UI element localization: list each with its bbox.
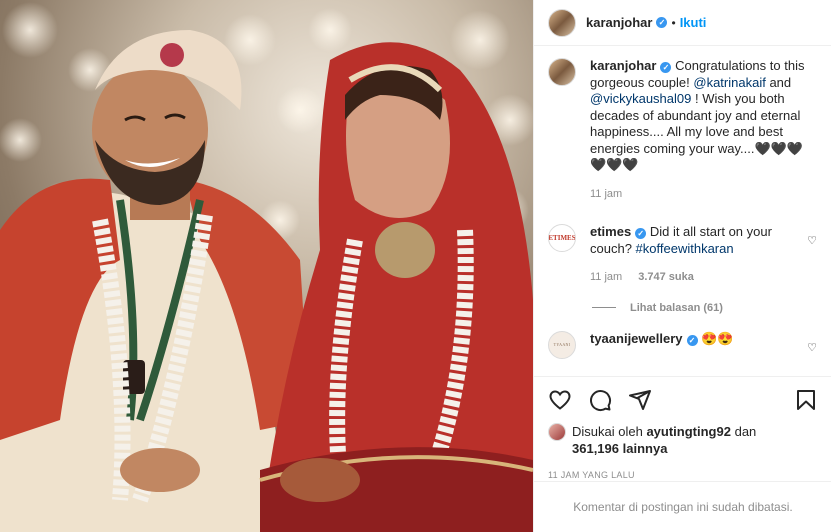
comment-text: 😍😍: [701, 330, 734, 346]
verified-badge-icon: ✓: [660, 62, 672, 73]
action-bar: Disukai oleh ayutingting92 dan 361,196 l…: [534, 376, 831, 480]
avatar[interactable]: TYAANI: [548, 330, 576, 359]
comment: TYAANI tyaanijewellery ✓ 😍😍 ♡: [548, 330, 817, 359]
header-username[interactable]: karanjohar: [586, 15, 652, 30]
comment: ETIMES etimes ✓ Did it all start on your …: [548, 224, 817, 286]
follow-button[interactable]: Ikuti: [680, 15, 707, 30]
comment-time[interactable]: 11 jam: [590, 269, 622, 286]
liked-by-mid: dan: [734, 424, 757, 439]
avatar[interactable]: [548, 8, 576, 37]
verified-badge-icon: ✓: [635, 228, 647, 239]
caption-time[interactable]: 11 jam: [590, 186, 622, 203]
comment-icon[interactable]: [588, 388, 612, 412]
verified-badge-icon: ✓: [656, 17, 668, 28]
post-time[interactable]: 11 JAM YANG LALU: [548, 470, 818, 480]
like-count-suffix[interactable]: lainnya: [623, 441, 668, 456]
header-separator: •: [671, 15, 676, 30]
post-sidebar: karanjohar ✓ • Ikuti karanjohar ✓ Congrat…: [533, 0, 831, 532]
comments-disabled-notice: Komentar di postingan ini sudah dibatasi…: [534, 481, 831, 532]
comment-username[interactable]: tyaanijewellery: [590, 331, 683, 346]
view-replies-button[interactable]: Lihat balasan (61): [592, 302, 817, 314]
comment-like-icon[interactable]: ♡: [807, 341, 817, 354]
mention-link[interactable]: @katrinakaif: [693, 75, 765, 90]
comments-section[interactable]: karanjohar ✓ Congratulations to this gorg…: [534, 46, 831, 374]
view-replies-label[interactable]: Lihat balasan (61): [630, 302, 723, 314]
verified-badge-icon: ✓: [686, 334, 698, 346]
comment-likes[interactable]: 3.747 suka: [638, 269, 694, 286]
post-header: karanjohar ✓ • Ikuti: [534, 0, 831, 46]
caption: karanjohar ✓ Congratulations to this gorg…: [548, 58, 817, 202]
replies-divider: [592, 307, 616, 308]
instagram-post: karanjohar ✓ • Ikuti karanjohar ✓ Congrat…: [0, 0, 831, 532]
bookmark-icon[interactable]: [794, 388, 818, 412]
wedding-photo-illustration: [0, 2, 533, 532]
action-icons: [548, 377, 818, 423]
caption-username[interactable]: karanjohar: [590, 58, 656, 73]
post-photo[interactable]: [0, 0, 533, 532]
liked-by: Disukai oleh ayutingting92 dan 361,196 l…: [548, 423, 818, 457]
share-icon[interactable]: [628, 388, 652, 412]
comment-username[interactable]: etimes: [590, 224, 631, 239]
caption-text: and: [769, 74, 792, 90]
comment-like-icon[interactable]: ♡: [807, 234, 817, 247]
liked-by-user[interactable]: ayutingting92: [646, 424, 731, 439]
mention-link[interactable]: @vickykaushal09: [590, 91, 691, 106]
liker-avatar[interactable]: [548, 423, 566, 441]
like-icon[interactable]: [548, 388, 572, 412]
hashtag-link[interactable]: #koffeewithkaran: [636, 241, 734, 256]
avatar[interactable]: [548, 58, 576, 86]
avatar[interactable]: ETIMES: [548, 224, 576, 252]
like-count[interactable]: 361,196: [572, 441, 619, 456]
liked-by-prefix: Disukai oleh: [572, 424, 643, 439]
